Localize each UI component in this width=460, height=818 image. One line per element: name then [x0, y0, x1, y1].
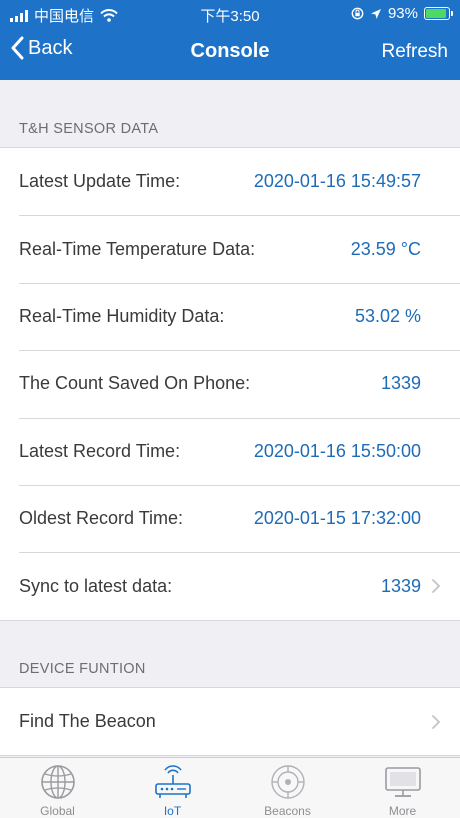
- tab-global[interactable]: Global: [0, 758, 115, 818]
- row-label: Sync to latest data:: [19, 575, 173, 596]
- tab-label: More: [388, 804, 417, 818]
- row-label: Latest Record Time:: [19, 440, 181, 461]
- tab-bar: Global IoT Beacons More: [0, 757, 460, 818]
- row-label: Latest Update Time:: [19, 171, 181, 192]
- row-value: 1339: [380, 373, 421, 394]
- row-value: 2020-01-16 15:50:00: [253, 440, 421, 461]
- battery-percent: 93%: [387, 5, 418, 22]
- monitor-icon: [384, 767, 421, 797]
- row-oldest-record-time: Oldest Record Time: 2020-01-15 17:32:00: [0, 484, 460, 552]
- row-find-beacon[interactable]: Find The Beacon: [0, 688, 460, 755]
- row-value: 23.59 °C: [350, 238, 421, 259]
- row-latest-update-time: Latest Update Time: 2020-01-16 15:49:57: [0, 148, 460, 215]
- header: 中国电信 下午3:50 93% Back Console Refresh: [0, 0, 460, 80]
- device-function-list: Find The Beacon: [0, 687, 460, 757]
- refresh-button[interactable]: Refresh: [381, 41, 448, 63]
- row-label: The Count Saved On Phone:: [19, 373, 251, 394]
- row-latest-record-time: Latest Record Time: 2020-01-16 15:50:00: [0, 417, 460, 485]
- nav-bar: Back Console Refresh: [0, 28, 460, 76]
- row-value: 1339: [380, 575, 421, 596]
- row-label: Oldest Record Time:: [19, 508, 184, 529]
- tab-beacons[interactable]: Beacons: [230, 758, 345, 818]
- tab-label: Global: [40, 804, 75, 818]
- status-bar: 中国电信 下午3:50 93%: [0, 0, 460, 26]
- status-right: 93%: [351, 5, 453, 22]
- router-icon: [154, 765, 191, 798]
- row-value: 2020-01-15 17:32:00: [253, 508, 421, 529]
- tab-label: IoT: [163, 804, 182, 818]
- row-value: 2020-01-16 15:49:57: [253, 171, 421, 192]
- beacon-icon: [270, 765, 305, 799]
- location-icon: [370, 8, 381, 19]
- row-temperature: Real-Time Temperature Data: 23.59 °C: [0, 215, 460, 282]
- tab-iot[interactable]: IoT: [115, 758, 230, 818]
- chevron-right-icon: [432, 714, 440, 729]
- sensor-section-header: T&H SENSOR DATA: [19, 121, 159, 137]
- battery-icon: [424, 7, 453, 20]
- row-value: 53.02 %: [354, 305, 421, 326]
- row-label: Real-Time Temperature Data:: [19, 238, 256, 259]
- rotation-lock-icon: [351, 7, 364, 20]
- tab-label: Beacons: [264, 804, 311, 818]
- row-count-saved: The Count Saved On Phone: 1339: [0, 350, 460, 417]
- globe-icon: [40, 765, 75, 799]
- row-label: Find The Beacon: [19, 711, 156, 732]
- sensor-data-list: Latest Update Time: 2020-01-16 15:49:57 …: [0, 147, 460, 621]
- row-humidity: Real-Time Humidity Data: 53.02 %: [0, 282, 460, 350]
- row-sync-latest-data[interactable]: Sync to latest data: 1339: [0, 552, 460, 619]
- row-label: Real-Time Humidity Data:: [19, 305, 225, 326]
- tab-more[interactable]: More: [345, 758, 460, 818]
- chevron-right-icon: [432, 579, 440, 593]
- device-section-header: DEVICE FUNTION: [19, 661, 146, 677]
